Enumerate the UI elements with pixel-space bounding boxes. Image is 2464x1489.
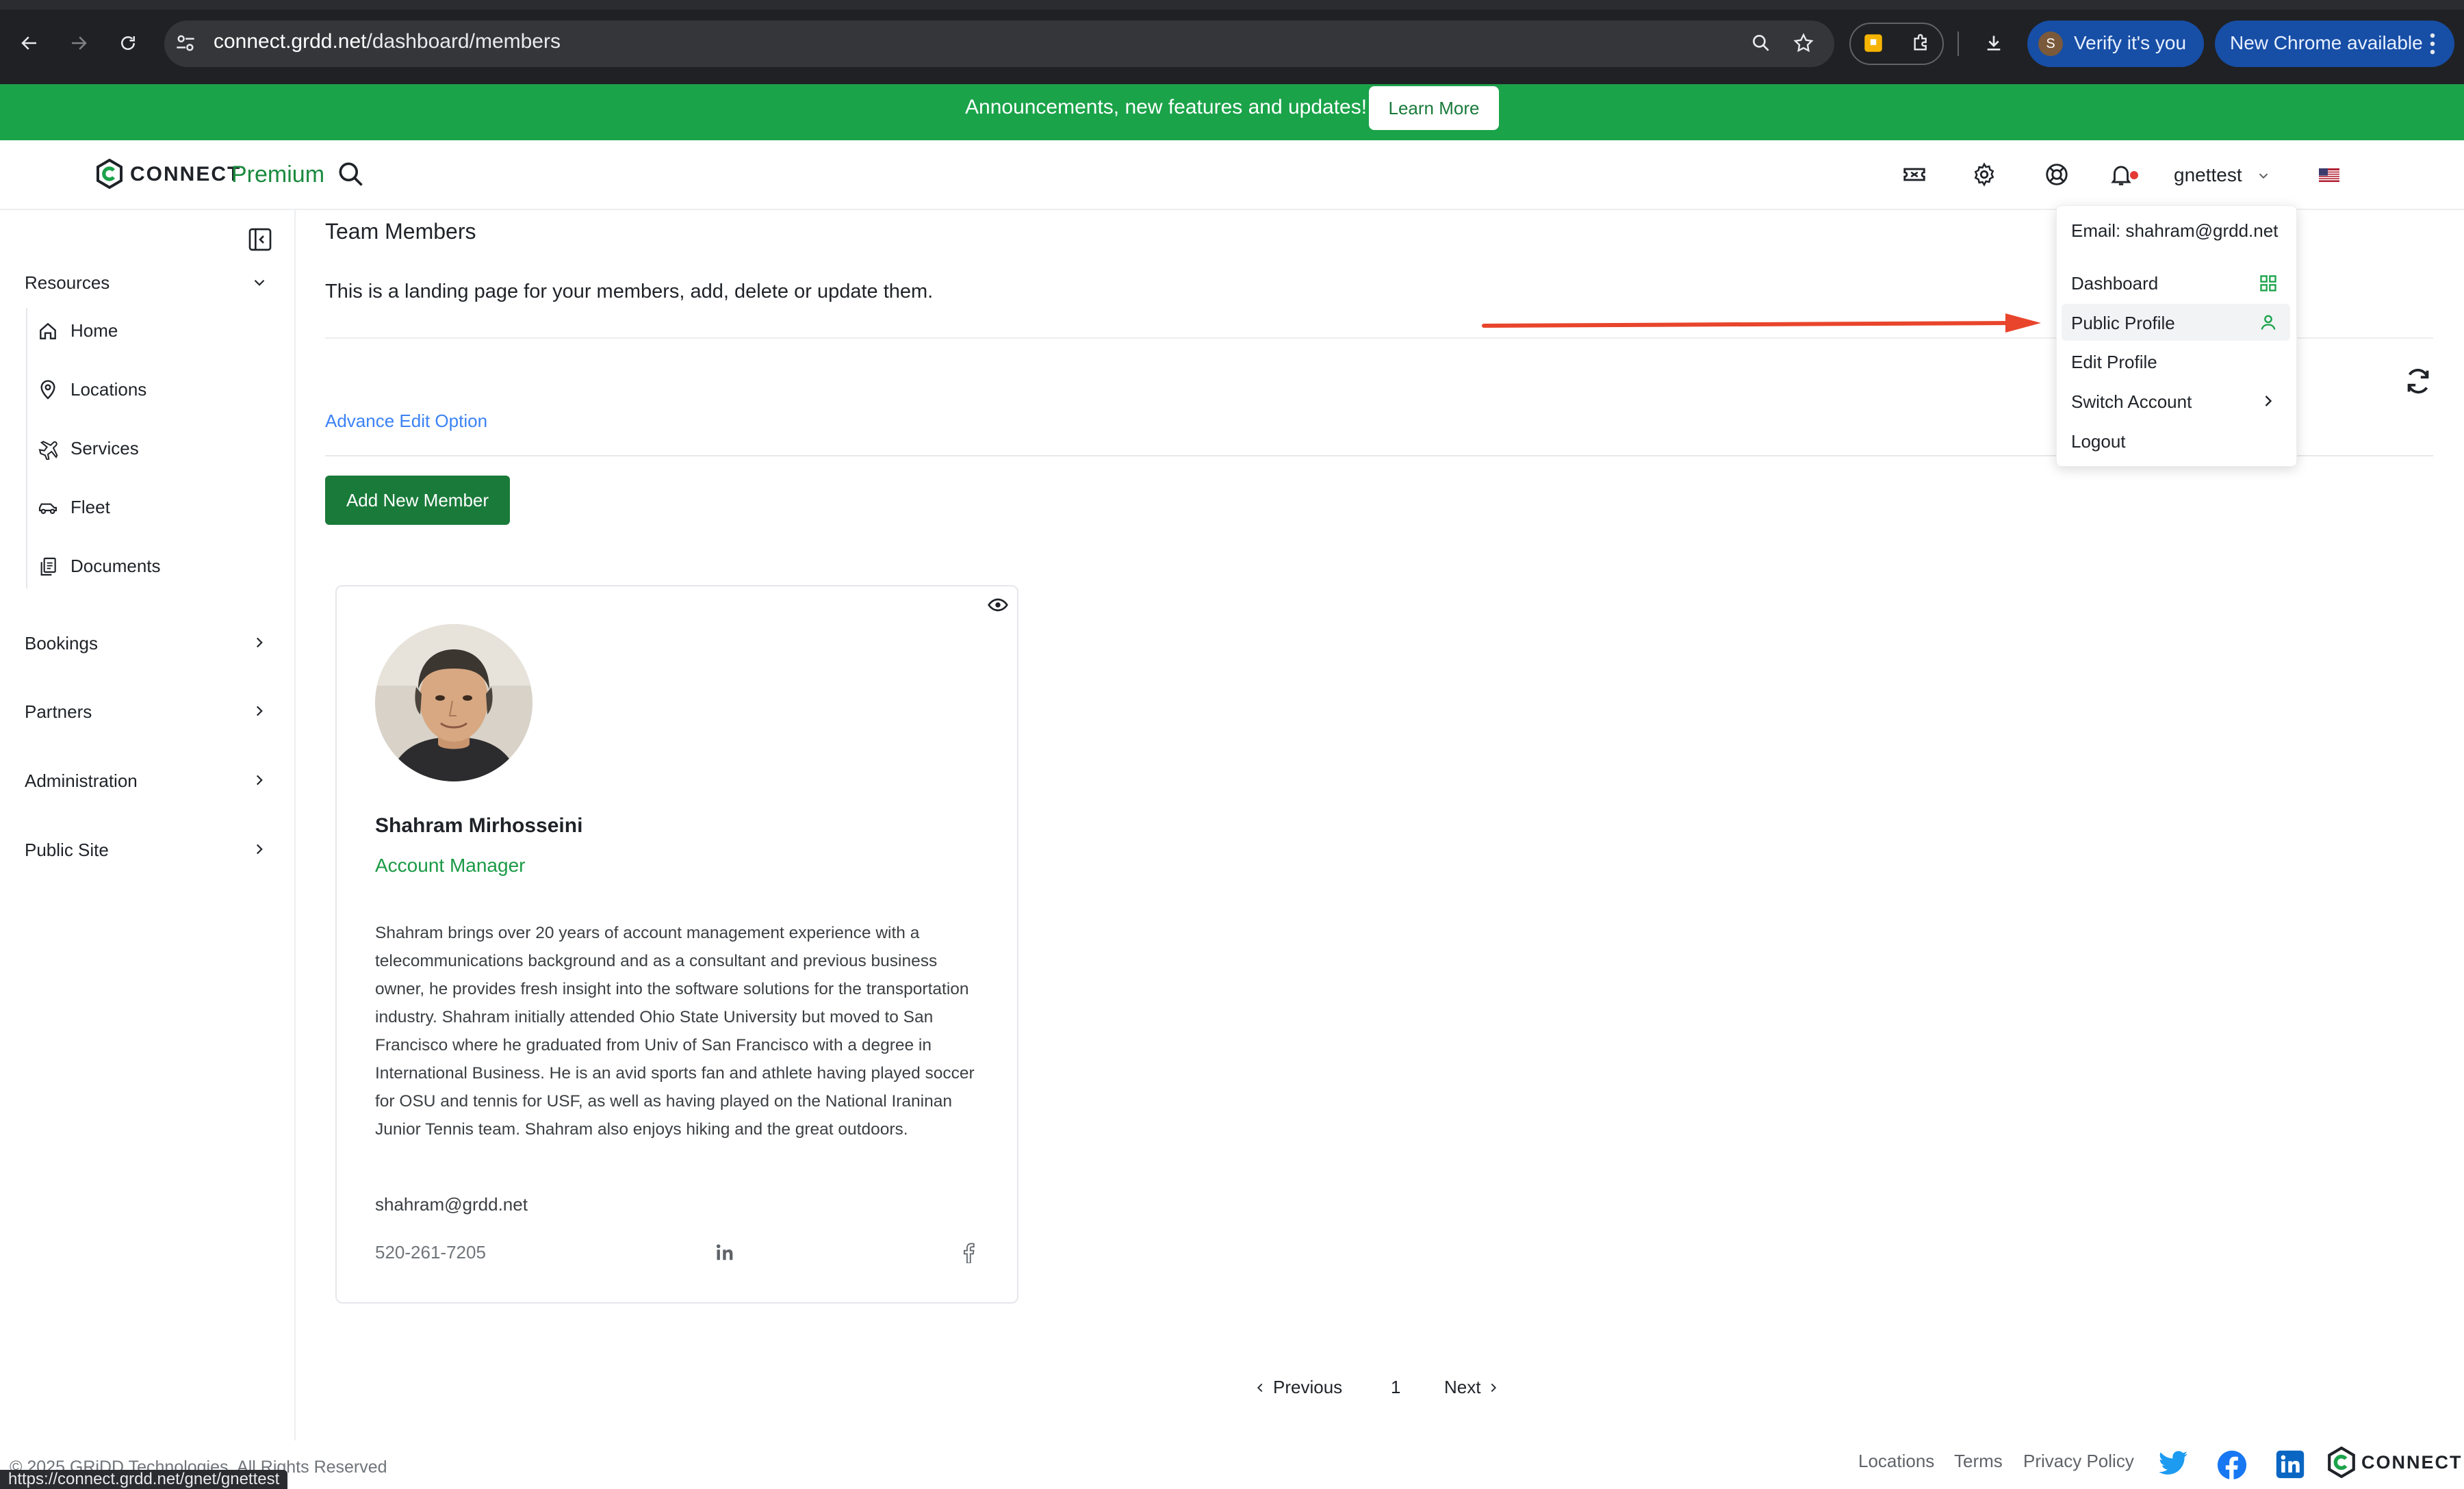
chevron-right-icon[interactable]: [251, 771, 268, 789]
url-path: /dashboard/members: [366, 30, 561, 53]
map-pin-icon: [36, 378, 60, 402]
announcement-text: Announcements, new features and updates!: [965, 96, 1368, 118]
browser-tab-strip: [0, 0, 2464, 10]
toolbar-divider: [1958, 31, 1959, 56]
url-host: connect.grdd.net: [214, 30, 367, 53]
menu-item-label: Dashboard: [2071, 273, 2159, 294]
status-bar-url: https://connect.grdd.net/gnet/gnettest: [0, 1470, 288, 1489]
reload-icon[interactable]: [111, 26, 145, 60]
us-flag-icon[interactable]: [2319, 168, 2339, 182]
chrome-menu-icon[interactable]: [2426, 31, 2439, 56]
sidebar-section-bookings[interactable]: Bookings: [25, 633, 98, 654]
dropdown-email: Email: shahram@grdd.net: [2071, 220, 2279, 241]
ticket-icon[interactable]: [1897, 157, 1932, 192]
sidebar-section-administration[interactable]: Administration: [25, 771, 138, 792]
chevron-down-icon: [2256, 168, 2271, 183]
refresh-icon[interactable]: [2402, 365, 2434, 397]
sidebar-item-services[interactable]: [27, 432, 274, 465]
sidebar-item-label: Services: [70, 438, 139, 458]
logo-text: CONNECT: [130, 163, 242, 185]
sidebar-item-label: Documents: [70, 556, 161, 576]
menu-item-label: Edit Profile: [2071, 352, 2157, 372]
twitter-icon[interactable]: [2157, 1449, 2189, 1478]
facebook-icon[interactable]: [2216, 1449, 2248, 1481]
car-icon: [36, 495, 60, 520]
page-title: Team Members: [325, 219, 476, 244]
pagination-previous-label: Previous: [1273, 1377, 1343, 1397]
sidebar-item-fleet[interactable]: [27, 491, 274, 524]
linkedin-icon[interactable]: [2275, 1449, 2305, 1479]
menu-item-label: Switch Account: [2071, 391, 2192, 412]
member-avatar: [375, 624, 532, 781]
documents-icon: [36, 554, 60, 579]
support-lifebuoy-icon[interactable]: [2040, 157, 2074, 192]
app-header: [0, 140, 2464, 210]
search-icon[interactable]: [335, 159, 365, 189]
connect-logo-icon[interactable]: [2327, 1447, 2356, 1478]
menu-item-label: Public Profile: [2071, 313, 2175, 333]
profile-avatar: S: [2038, 31, 2063, 56]
connect-logo-icon[interactable]: [96, 159, 123, 189]
menu-item-label: Logout: [2071, 431, 2126, 452]
verify-identity-label: Verify it's you: [2074, 32, 2187, 53]
footer-logo-text: CONNECT: [2361, 1452, 2463, 1473]
chevron-right-icon: [2259, 391, 2278, 411]
page-description: This is a landing page for your members,…: [325, 281, 934, 302]
member-role: Account Manager: [375, 855, 526, 876]
pagination-next[interactable]: Next: [1444, 1377, 1500, 1398]
chevron-right-icon: [1491, 1383, 1497, 1392]
add-new-member-button[interactable]: Add New Member: [325, 476, 510, 525]
extension-keep-icon[interactable]: [1858, 27, 1889, 59]
sidebar-item-label: Locations: [70, 379, 147, 400]
pagination-page-1[interactable]: 1: [1391, 1377, 1400, 1398]
chevron-right-icon[interactable]: [251, 840, 268, 858]
user-icon: [2259, 313, 2278, 332]
facebook-icon[interactable]: [962, 1243, 975, 1263]
member-phone[interactable]: 520-261-7205: [375, 1242, 486, 1263]
url-text[interactable]: connect.grdd.net/dashboard/members: [214, 30, 561, 53]
member-email[interactable]: shahram@grdd.net: [375, 1194, 528, 1215]
member-name: Shahram Mirhosseini: [375, 814, 583, 837]
footer-link-locations[interactable]: Locations: [1858, 1451, 1934, 1472]
sidebar-item-home[interactable]: [27, 315, 274, 348]
sidebar-collapse-icon[interactable]: [246, 226, 274, 253]
chrome-update-label: New Chrome available: [2230, 32, 2423, 53]
sidebar-item-label: Fleet: [70, 497, 110, 517]
dashboard-grid-icon: [2259, 274, 2278, 293]
sidebar-section-partners[interactable]: Partners: [25, 701, 92, 723]
linkedin-icon[interactable]: [715, 1243, 736, 1262]
pagination-previous[interactable]: Previous: [1254, 1377, 1342, 1398]
sidebar-item-label: Home: [70, 320, 118, 341]
footer-link-privacy-policy[interactable]: Privacy Policy: [2023, 1451, 2134, 1472]
bookmark-star-icon[interactable]: [1788, 27, 1819, 59]
chevron-down-icon[interactable]: [251, 274, 268, 292]
footer-link-terms[interactable]: Terms: [1954, 1451, 2003, 1472]
eye-icon[interactable]: [987, 594, 1009, 616]
annotation-arrow: [1478, 309, 2046, 337]
pagination-next-label: Next: [1444, 1377, 1481, 1397]
forward-icon[interactable]: [62, 26, 96, 60]
member-bio: Shahram brings over 20 years of account …: [375, 924, 975, 1139]
download-icon[interactable]: [1978, 27, 2010, 59]
site-settings-icon[interactable]: [172, 30, 198, 56]
chevron-left-icon: [1257, 1383, 1263, 1392]
logo-tier: Premium: [231, 161, 325, 187]
plane-icon: [36, 437, 60, 461]
chevron-right-icon[interactable]: [251, 702, 268, 720]
sidebar-item-locations[interactable]: [27, 374, 274, 406]
advanced-edit-link[interactable]: Advance Edit Option: [325, 411, 487, 432]
chevron-right-icon[interactable]: [251, 634, 268, 651]
user-name: gnettest: [2174, 164, 2242, 185]
zoom-icon[interactable]: [1745, 27, 1777, 59]
sidebar-section-resources[interactable]: Resources: [25, 272, 110, 294]
extensions-puzzle-icon[interactable]: [1905, 27, 1937, 59]
home-icon: [36, 319, 60, 344]
gear-icon[interactable]: [1967, 157, 2001, 192]
notification-dot: [2130, 171, 2138, 179]
learn-more-button[interactable]: Learn More: [1369, 86, 1499, 130]
back-icon[interactable]: [12, 26, 47, 60]
sidebar-section-public-site[interactable]: Public Site: [25, 840, 109, 861]
